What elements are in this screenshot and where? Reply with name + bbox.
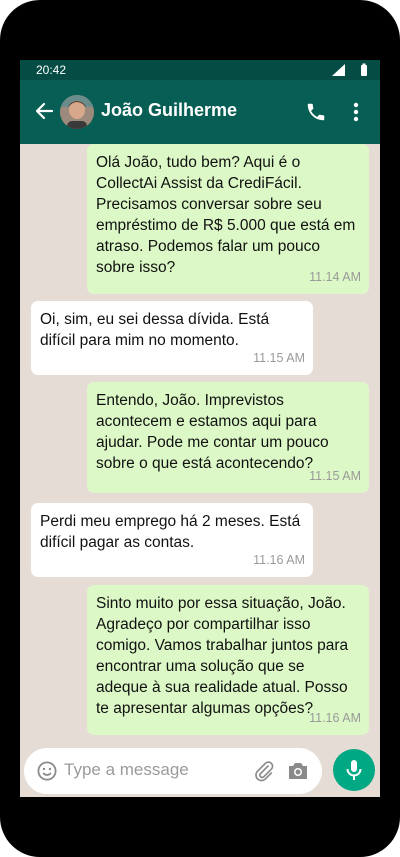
chat-screen: 20:42 João Guilherme Olá João, tudo bem?… [20,60,380,797]
attach-icon[interactable] [253,760,275,782]
message-list: Olá João, tudo bem? Aqui é o CollectAi A… [20,144,380,744]
more-options-icon[interactable] [346,101,366,123]
message-time: 11.15 AM [309,469,361,483]
avatar-image [60,95,94,129]
avatar[interactable] [60,95,94,129]
message-composer [24,748,322,794]
emoji-icon[interactable] [37,761,57,781]
message-time: 11.15 AM [253,351,305,365]
message-text: Perdi meu emprego há 2 meses. Está difíc… [40,513,301,551]
message-text: Oi, sim, eu sei dessa dívida. Está difíc… [40,311,270,349]
message-time: 11.16 AM [253,553,305,567]
message-bubble-outgoing[interactable]: Entendo, João. Imprevistos acontecem e e… [87,382,369,493]
message-time: 11.16 AM [309,711,361,725]
message-bubble-outgoing[interactable]: Sinto muito por essa situação, João. Agr… [87,585,369,735]
message-text: Entendo, João. Imprevistos acontecem e e… [96,392,329,472]
mic-button[interactable] [333,749,375,791]
status-bar: 20:42 [20,60,380,80]
chat-header: João Guilherme [20,80,380,144]
microphone-icon [346,760,362,780]
signal-battery-icon [332,63,367,76]
message-bubble-incoming[interactable]: Perdi meu emprego há 2 meses. Está difíc… [31,503,313,577]
contact-name[interactable]: João Guilherme [101,100,237,121]
message-text: Olá João, tudo bem? Aqui é o CollectAi A… [96,154,356,276]
phone-frame: 20:42 João Guilherme Olá João, tudo bem?… [0,0,400,857]
message-text: Sinto muito por essa situação, João. Agr… [96,595,349,717]
status-time: 20:42 [36,63,67,77]
phone-call-icon[interactable] [305,101,327,123]
back-arrow-icon[interactable] [34,101,54,121]
message-bubble-outgoing[interactable]: Olá João, tudo bem? Aqui é o CollectAi A… [87,144,369,294]
camera-icon[interactable] [287,761,309,781]
message-input[interactable] [64,759,224,781]
message-bubble-incoming[interactable]: Oi, sim, eu sei dessa dívida. Está difíc… [31,301,313,375]
message-time: 11.14 AM [309,270,361,284]
